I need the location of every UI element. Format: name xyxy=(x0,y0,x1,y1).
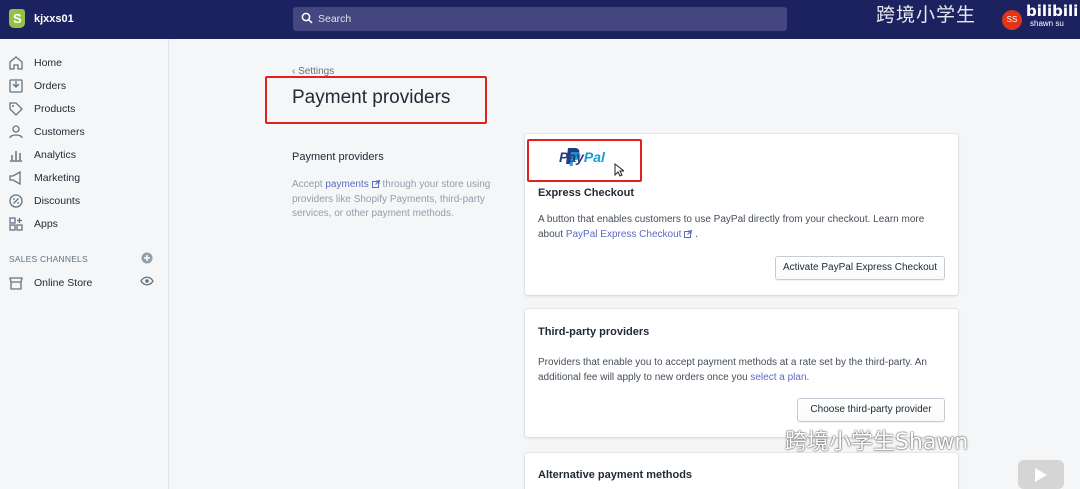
sidebar-item-customers[interactable]: Customers xyxy=(0,121,168,143)
orders-icon xyxy=(9,79,23,93)
watermark-text: 跨境小学生 xyxy=(876,4,977,26)
sidebar-item-label: Discounts xyxy=(34,195,81,207)
select-plan-link[interactable]: select a plan xyxy=(750,372,806,383)
video-play-button[interactable] xyxy=(1018,460,1064,489)
sidebar-item-discounts[interactable]: Discounts xyxy=(0,190,168,212)
choose-third-party-button[interactable]: Choose third-party provider xyxy=(797,398,945,422)
third-party-card-title: Third-party providers xyxy=(538,326,650,338)
section-description: Accept payments through your store using… xyxy=(292,178,504,222)
store-name[interactable]: kjxxs01 xyxy=(34,13,74,25)
sidebar-item-home[interactable]: Home xyxy=(0,52,168,74)
sidebar-item-label: Products xyxy=(34,103,76,115)
sidebar-item-orders[interactable]: Orders xyxy=(0,75,168,97)
external-link-icon xyxy=(371,180,380,188)
tag-icon xyxy=(9,102,23,116)
sidebar-item-label: Online Store xyxy=(34,277,93,289)
search-placeholder: Search xyxy=(318,13,352,25)
person-icon xyxy=(9,125,23,139)
shopify-logo-icon[interactable]: S xyxy=(9,9,25,28)
search-bar[interactable]: Search xyxy=(293,7,787,31)
sidebar-item-label: Customers xyxy=(34,126,85,138)
activate-paypal-button[interactable]: Activate PayPal Express Checkout xyxy=(775,256,945,280)
payments-link[interactable]: payments xyxy=(325,179,368,190)
sidebar-item-products[interactable]: Products xyxy=(0,98,168,120)
sidebar-item-marketing[interactable]: Marketing xyxy=(0,167,168,189)
eye-icon[interactable] xyxy=(140,276,154,286)
sidebar-item-label: Marketing xyxy=(34,172,81,184)
sidebar: Home Orders Products Customers Analytics… xyxy=(0,39,169,489)
avatar[interactable]: SS xyxy=(1002,10,1022,30)
section-title: Payment providers xyxy=(292,151,384,163)
home-icon xyxy=(9,56,23,70)
store-icon xyxy=(9,277,23,290)
top-bar: S kjxxs01 Search 跨境小学生 SS bilibili shawn… xyxy=(0,0,1080,39)
discount-icon xyxy=(9,194,23,208)
bilibili-username: shawn su xyxy=(1030,19,1064,28)
paypal-card-title: Express Checkout xyxy=(538,187,634,199)
section-desc-text: Accept xyxy=(292,179,326,190)
add-channel-icon[interactable] xyxy=(141,252,153,264)
sidebar-item-analytics[interactable]: Analytics xyxy=(0,144,168,166)
external-link-icon xyxy=(684,229,693,238)
apps-icon xyxy=(9,217,23,231)
third-party-desc-text: Providers that enable you to accept paym… xyxy=(538,357,927,383)
bar-chart-icon xyxy=(10,151,22,162)
page-title: Payment providers xyxy=(292,87,451,108)
sidebar-item-label: Orders xyxy=(34,80,67,92)
search-icon xyxy=(301,12,313,24)
sidebar-item-label: Analytics xyxy=(34,149,77,161)
paypal-desc-end: . xyxy=(695,228,698,240)
alternative-card-title: Alternative payment methods xyxy=(538,469,693,481)
paypal-express-checkout-link[interactable]: PayPal Express Checkout xyxy=(566,229,682,240)
third-party-card-description: Providers that enable you to accept paym… xyxy=(538,356,934,385)
megaphone-icon xyxy=(9,170,21,186)
paypal-card-description: A button that enables customers to use P… xyxy=(538,213,934,242)
sidebar-item-label: Apps xyxy=(34,218,58,230)
bilibili-logo: bilibili xyxy=(1026,2,1079,20)
highlight-paypal-box xyxy=(527,139,642,182)
watermark-bottom: 跨境小学生Shawn xyxy=(785,430,969,455)
sales-channels-heading: SALES CHANNELS xyxy=(9,254,88,264)
mouse-cursor-icon xyxy=(614,163,624,177)
play-icon xyxy=(1035,468,1047,482)
sidebar-item-apps[interactable]: Apps xyxy=(0,213,168,235)
sidebar-item-label: Home xyxy=(34,57,63,69)
third-party-desc-end: . xyxy=(806,371,810,383)
